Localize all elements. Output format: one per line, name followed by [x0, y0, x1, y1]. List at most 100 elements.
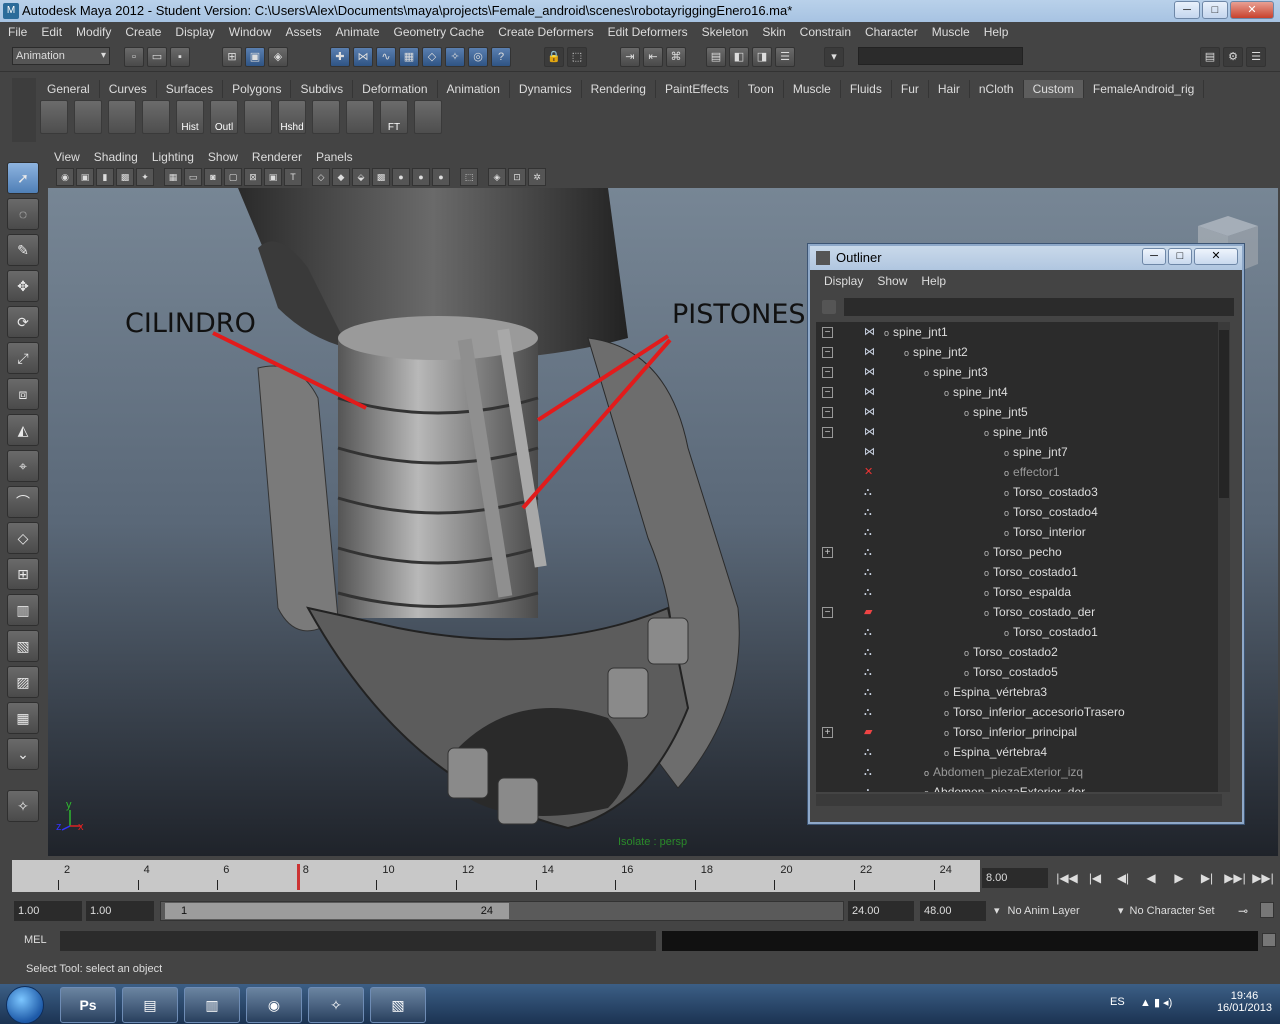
- resolution-gate-icon[interactable]: ◙: [204, 168, 222, 186]
- collapse-icon[interactable]: −: [822, 327, 833, 338]
- shelf-button-8[interactable]: Hshd: [278, 100, 306, 134]
- outliner-row[interactable]: + ▰ Torso_inferior_principal: [816, 722, 1222, 742]
- outliner-row[interactable]: − ⋈ spine_jnt6: [816, 422, 1222, 442]
- outliner-row[interactable]: ⛬ Torso_costado2: [816, 642, 1222, 662]
- input-ops-icon[interactable]: ⇥: [620, 47, 640, 67]
- menu-file[interactable]: File: [8, 25, 27, 39]
- hardware-render-icon[interactable]: ✲: [528, 168, 546, 186]
- outliner-filter-field[interactable]: [844, 298, 1234, 316]
- xray-joints-icon[interactable]: ⊡: [508, 168, 526, 186]
- ipr-render-icon[interactable]: ◨: [752, 47, 772, 67]
- mel-label[interactable]: MEL: [24, 934, 47, 946]
- go-to-end-button[interactable]: ▶▶|: [1252, 868, 1274, 888]
- viewport-menu-show[interactable]: Show: [208, 150, 238, 164]
- soft-mod-tool-icon[interactable]: ◭: [7, 414, 39, 446]
- safe-action-icon[interactable]: ▣: [264, 168, 282, 186]
- collapse-icon[interactable]: −: [822, 387, 833, 398]
- animation-end-field[interactable]: 48.00: [920, 901, 986, 921]
- open-scene-icon[interactable]: ▭: [147, 47, 167, 67]
- shelf-tab-hair[interactable]: Hair: [929, 80, 970, 98]
- menu-display[interactable]: Display: [175, 25, 214, 39]
- clock[interactable]: 19:46 16/01/2013: [1217, 990, 1272, 1014]
- four-view-layout-icon[interactable]: ⊞: [7, 558, 39, 590]
- input-mode-dropdown-icon[interactable]: ▾: [824, 47, 844, 67]
- outliner-row[interactable]: ⛬ Torso_costado5: [816, 662, 1222, 682]
- paint-select-tool-icon[interactable]: ✎: [7, 234, 39, 266]
- outliner-row[interactable]: − ⋈ spine_jnt5: [816, 402, 1222, 422]
- notepad-taskbar-icon[interactable]: ▧: [370, 987, 426, 1023]
- wireframe-icon[interactable]: ◇: [312, 168, 330, 186]
- render-frame-icon[interactable]: ◧: [729, 47, 749, 67]
- scale-tool-icon[interactable]: ⤢: [7, 342, 39, 374]
- two-d-pan-zoom-icon[interactable]: ✦: [136, 168, 154, 186]
- play-forwards-button[interactable]: ▶: [1168, 868, 1190, 888]
- rotate-tool-icon[interactable]: ⟳: [7, 306, 39, 338]
- graph-editor-layout-icon[interactable]: ▧: [7, 630, 39, 662]
- shelf-tab-custom[interactable]: Custom: [1023, 80, 1084, 98]
- animation-preferences-icon[interactable]: [1260, 902, 1274, 918]
- quick-selection-field[interactable]: [858, 47, 1023, 65]
- menu-help[interactable]: Help: [984, 25, 1009, 39]
- maya-taskbar-icon[interactable]: ✧: [308, 987, 364, 1023]
- step-back-key-button[interactable]: |◀: [1084, 868, 1106, 888]
- outliner-row[interactable]: ⛬ Espina_vértebra3: [816, 682, 1222, 702]
- menu-modify[interactable]: Modify: [76, 25, 111, 39]
- shelf-side-menu[interactable]: [12, 78, 36, 142]
- outliner-minimize-button[interactable]: ─: [1142, 248, 1166, 265]
- outliner-row[interactable]: − ⋈ spine_jnt3: [816, 362, 1222, 382]
- viewport-menu-panels[interactable]: Panels: [316, 150, 353, 164]
- shelf-tab-muscle[interactable]: Muscle: [784, 80, 841, 98]
- manipulator-tool-icon[interactable]: ⧈: [7, 378, 39, 410]
- film-gate-icon[interactable]: ▭: [184, 168, 202, 186]
- outliner-row[interactable]: ⛬ Abdomen_piezaExterior_izq: [816, 762, 1222, 782]
- menu-geometry-cache[interactable]: Geometry Cache: [394, 25, 485, 39]
- new-scene-icon[interactable]: ▫: [124, 47, 144, 67]
- outliner-row[interactable]: + ⛬ Torso_pecho: [816, 542, 1222, 562]
- outliner-row[interactable]: ⋈ spine_jnt7: [816, 442, 1222, 462]
- current-frame-field[interactable]: 8.00: [982, 868, 1048, 888]
- save-scene-icon[interactable]: ▪: [170, 47, 190, 67]
- chrome-taskbar-icon[interactable]: ◉: [246, 987, 302, 1023]
- tool-settings-toggle-icon[interactable]: ⚙: [1223, 47, 1243, 67]
- smooth-shade-icon[interactable]: ◆: [332, 168, 350, 186]
- step-forward-frame-button[interactable]: ▶|: [1196, 868, 1218, 888]
- outliner-close-button[interactable]: ✕: [1194, 248, 1238, 265]
- default-lighting-icon[interactable]: ●: [392, 168, 410, 186]
- joint-mask-icon[interactable]: ⋈: [353, 47, 373, 67]
- grid-icon[interactable]: ▦: [164, 168, 182, 186]
- language-indicator[interactable]: ES: [1110, 996, 1125, 1008]
- shelf-tab-surfaces[interactable]: Surfaces: [157, 80, 224, 98]
- object-mode-icon[interactable]: ▣: [245, 47, 265, 67]
- outliner-row[interactable]: ⛬ Torso_costado1: [816, 622, 1222, 642]
- deform-mask-icon[interactable]: ◇: [422, 47, 442, 67]
- image-plane-icon[interactable]: ▩: [116, 168, 134, 186]
- menu-character[interactable]: Character: [865, 25, 918, 39]
- maximize-button[interactable]: □: [1202, 1, 1228, 19]
- animation-start-field[interactable]: 1.00: [14, 901, 82, 921]
- menu-skin[interactable]: Skin: [762, 25, 785, 39]
- menu-create[interactable]: Create: [125, 25, 161, 39]
- outliner-scroll-thumb[interactable]: [1219, 330, 1229, 498]
- outliner-row[interactable]: − ▰ Torso_costado_der: [816, 602, 1222, 622]
- menu-edit-deformers[interactable]: Edit Deformers: [608, 25, 688, 39]
- single-perspective-layout-icon[interactable]: ◇: [7, 522, 39, 554]
- outliner-vertical-scrollbar[interactable]: [1218, 322, 1230, 792]
- shelf-button-12[interactable]: [414, 100, 442, 134]
- hierarchy-mode-icon[interactable]: ⊞: [222, 47, 242, 67]
- component-mode-icon[interactable]: ◈: [268, 47, 288, 67]
- select-camera-icon[interactable]: ◉: [56, 168, 74, 186]
- construction-history-icon[interactable]: ⌘: [666, 47, 686, 67]
- outliner-row[interactable]: ⛬ Torso_costado4: [816, 502, 1222, 522]
- viewport-menu-view[interactable]: View: [54, 150, 80, 164]
- outliner-row[interactable]: ⛬ Torso_interior: [816, 522, 1222, 542]
- shelf-button-2[interactable]: [74, 100, 102, 134]
- collapse-icon[interactable]: −: [822, 407, 833, 418]
- expand-icon[interactable]: +: [822, 547, 833, 558]
- outliner-row[interactable]: ⛬ Torso_costado1: [816, 562, 1222, 582]
- outliner-persp-layout-icon[interactable]: ▥: [7, 594, 39, 626]
- outliner-menu-show[interactable]: Show: [877, 274, 907, 288]
- outliner-row[interactable]: ✕ effector1: [816, 462, 1222, 482]
- shelf-tab-animation[interactable]: Animation: [438, 80, 510, 98]
- outliner-row[interactable]: − ⋈ spine_jnt2: [816, 342, 1222, 362]
- surface-mask-icon[interactable]: ▦: [399, 47, 419, 67]
